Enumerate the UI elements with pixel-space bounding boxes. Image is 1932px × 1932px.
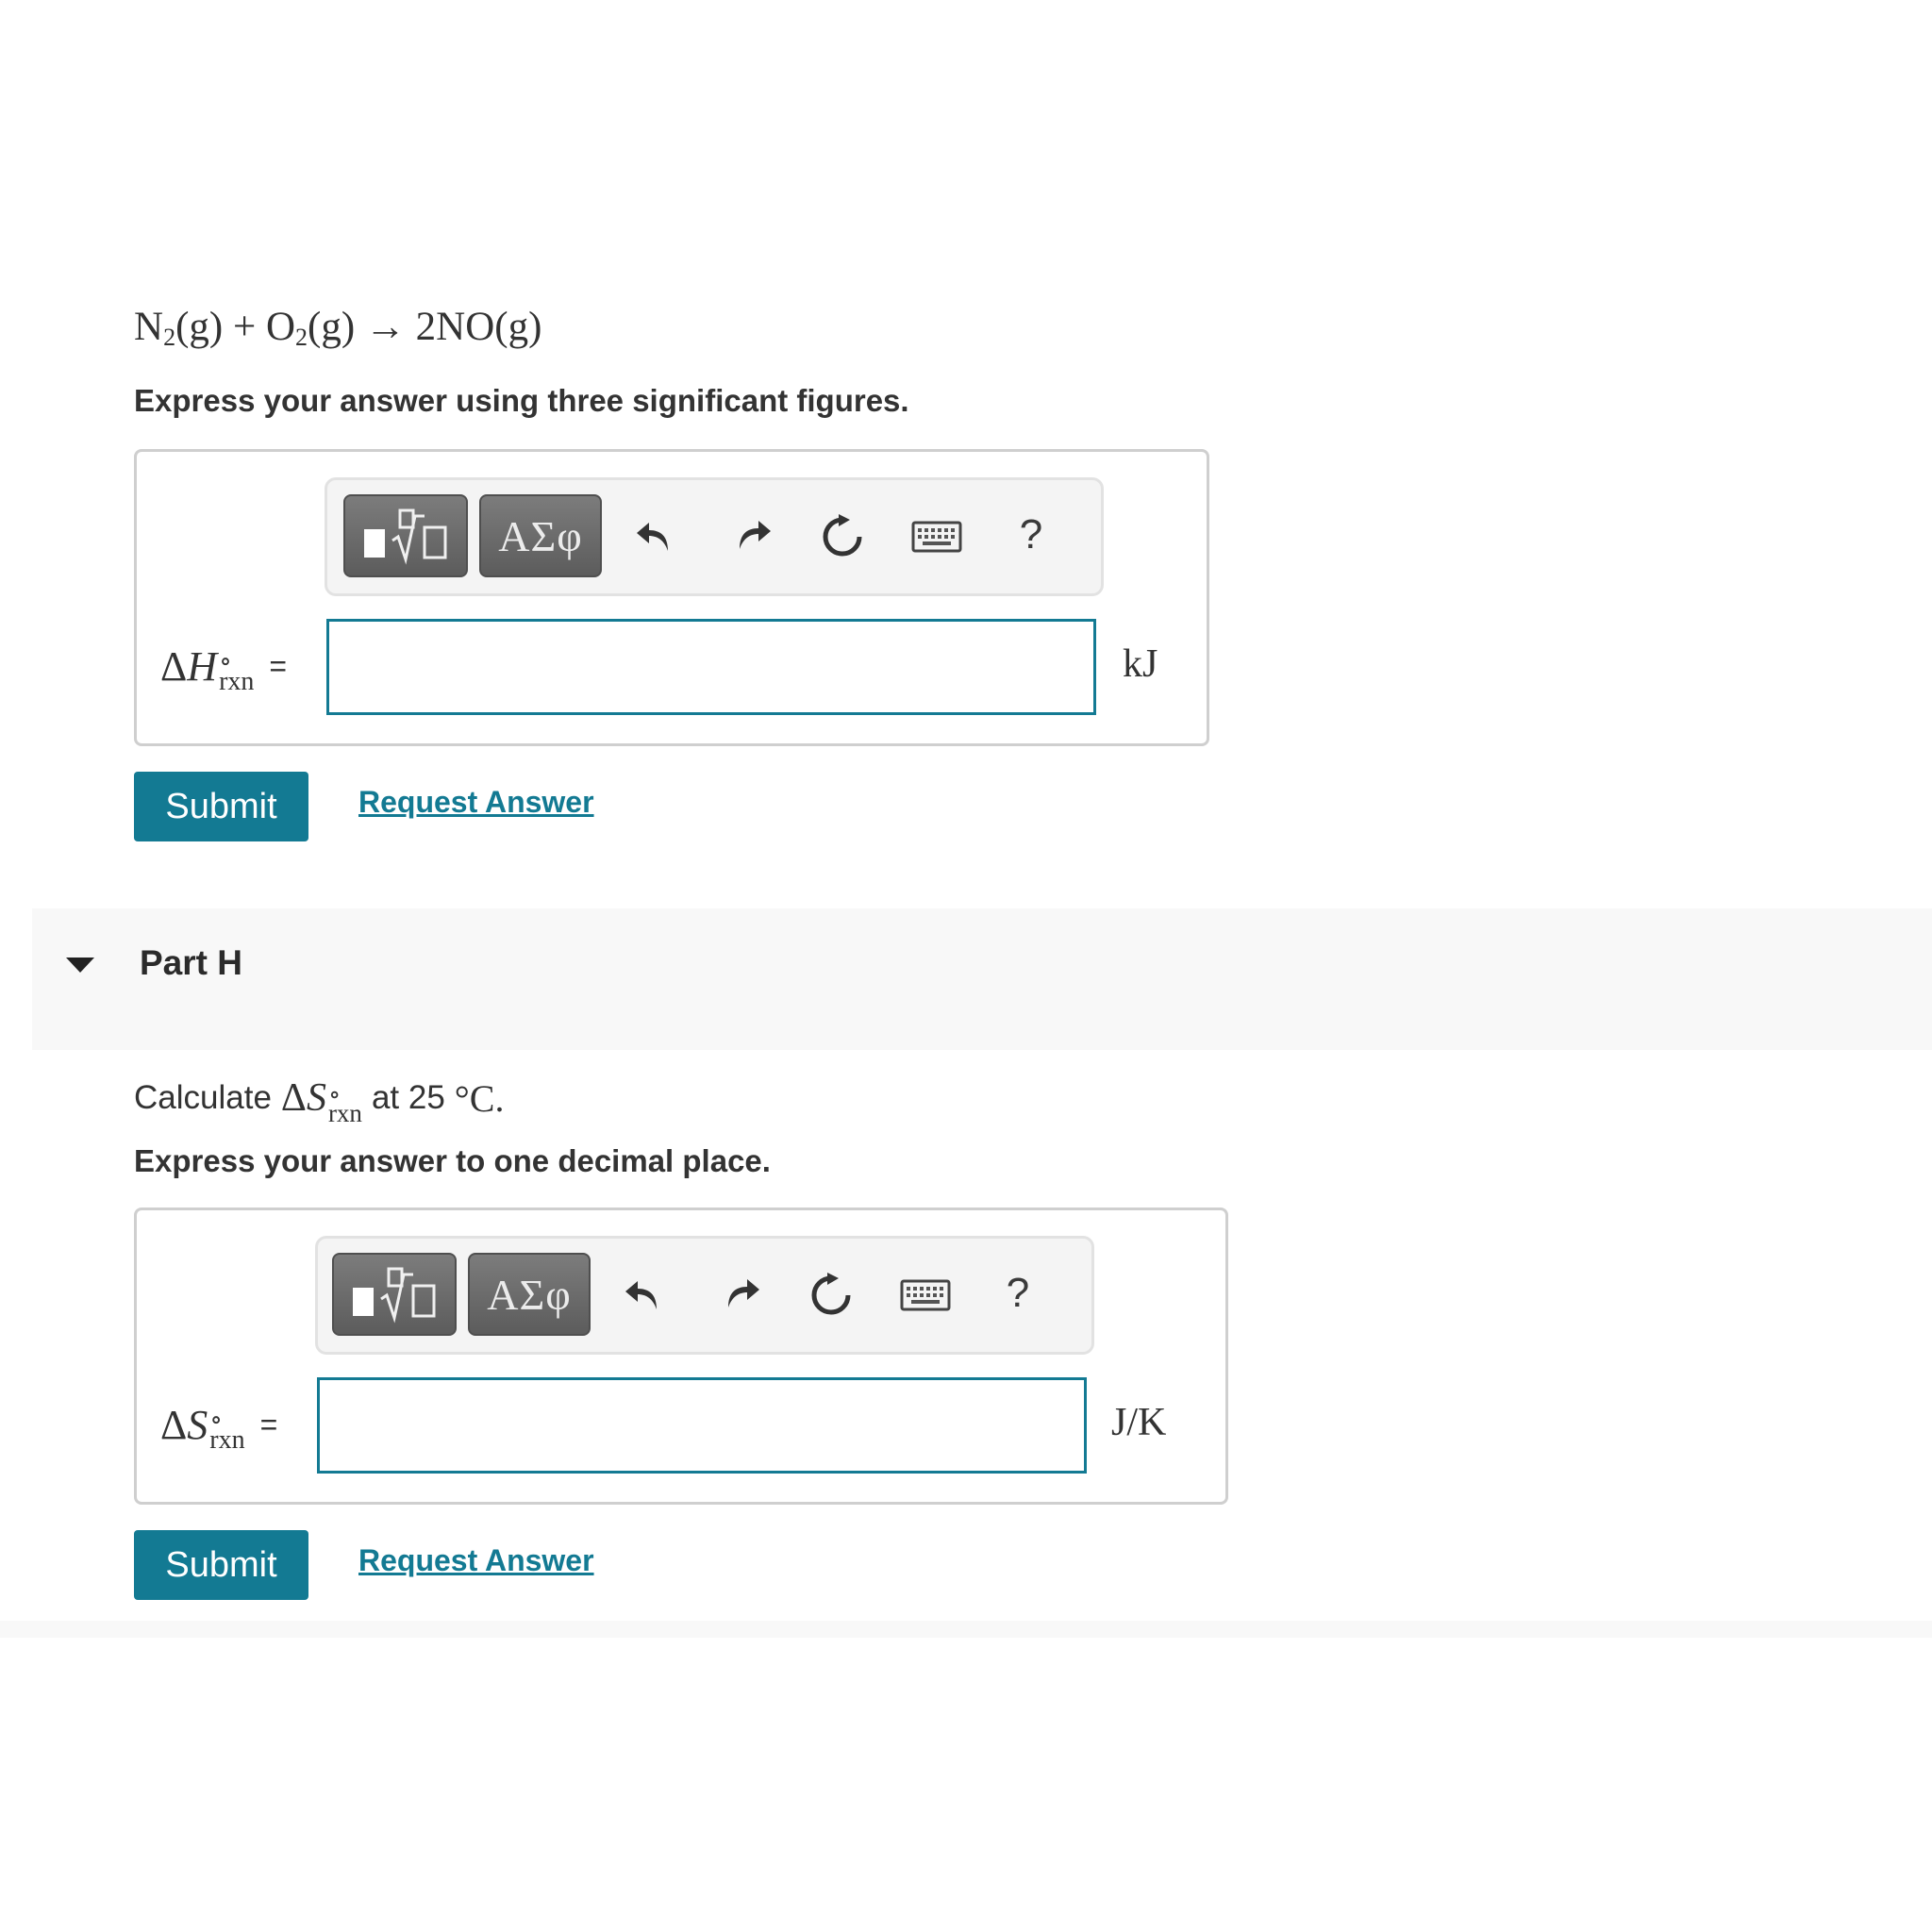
part-g-unit: kJ — [1123, 642, 1158, 686]
part-h-submit-button[interactable]: Submit — [134, 1530, 308, 1600]
part-h-variable-label: ΔS ∘ rxn = — [160, 1396, 278, 1455]
variable-subscript: rxn — [209, 1425, 245, 1455]
reaction-equation: N2(g) + O2(g) → 2NO(g) — [134, 304, 541, 352]
part-g-instruction: Express your answer using three signific… — [134, 383, 909, 418]
reactant2-subscript: 2 — [295, 324, 308, 351]
templates-button[interactable] — [332, 1253, 457, 1336]
variable-subsup: ∘ rxn — [219, 649, 255, 696]
reactant2: O — [265, 305, 296, 349]
delta-symbol: Δ — [160, 1401, 188, 1448]
calc-subscript: rxn — [327, 1099, 362, 1127]
bottom-divider — [0, 1621, 1932, 1638]
undo-button[interactable] — [625, 506, 687, 568]
equals-sign: = — [269, 648, 288, 683]
part-g-answer-input[interactable] — [326, 619, 1096, 715]
collapse-caret-icon[interactable] — [66, 958, 94, 973]
reactant1-subscript: 2 — [163, 324, 176, 351]
calc-subsup: ∘ rxn — [327, 1081, 362, 1127]
part-h-question: Calculate ΔS ∘ rxn at 25 °C. — [134, 1070, 504, 1126]
greek-symbols-button[interactable]: ΑΣφ — [468, 1253, 591, 1336]
equals-sign: = — [259, 1407, 278, 1441]
keyboard-icon — [900, 1279, 951, 1311]
undo-icon — [625, 1281, 657, 1309]
reactant1: N — [134, 305, 164, 349]
calc-mid: at 25 — [371, 1079, 445, 1116]
redo-icon — [728, 1279, 759, 1307]
help-icon: ? — [1006, 1270, 1030, 1316]
part-g-submit-button[interactable]: Submit — [134, 772, 308, 841]
templates-button[interactable] — [343, 494, 468, 577]
templates-icon — [353, 1267, 436, 1324]
variable-subscript: rxn — [219, 667, 255, 696]
reaction-arrow: → — [364, 305, 406, 349]
help-button[interactable]: ? — [1000, 504, 1062, 566]
part-h-title: Part H — [140, 943, 242, 982]
reset-icon — [811, 1273, 851, 1315]
redo-button[interactable] — [709, 1262, 772, 1324]
undo-button[interactable] — [613, 1264, 675, 1326]
keyboard-button[interactable] — [894, 1264, 957, 1326]
variable-symbol: H — [187, 642, 218, 690]
keyboard-icon — [911, 521, 962, 553]
part-h-request-answer-link[interactable]: Request Answer — [358, 1543, 594, 1578]
plus-sign: + — [232, 305, 257, 349]
variable-subsup: ∘ rxn — [209, 1407, 245, 1455]
part-h-header[interactable] — [32, 908, 1932, 1050]
templates-icon — [364, 508, 447, 565]
calc-suffix: . — [494, 1076, 505, 1120]
variable-symbol: S — [187, 1401, 208, 1448]
help-button[interactable]: ? — [987, 1262, 1049, 1324]
calc-temperature-unit: °C — [454, 1076, 495, 1120]
product: 2NO(g) — [415, 305, 542, 349]
part-h-instruction: Express your answer to one decimal place… — [134, 1143, 771, 1178]
calc-prefix: Calculate — [134, 1079, 272, 1116]
redo-icon — [740, 521, 771, 549]
part-g-variable-label: ΔH ∘ rxn = — [160, 638, 288, 696]
calc-symbol: S — [306, 1076, 326, 1120]
reset-button[interactable] — [800, 1264, 862, 1326]
help-icon: ? — [1019, 511, 1043, 558]
reset-button[interactable] — [811, 506, 874, 568]
undo-icon — [637, 523, 668, 551]
delta-symbol: Δ — [160, 642, 188, 690]
greek-symbols-button[interactable]: ΑΣφ — [479, 494, 602, 577]
redo-button[interactable] — [721, 504, 783, 566]
keyboard-button[interactable] — [906, 506, 968, 568]
reset-icon — [823, 514, 862, 557]
part-g-request-answer-link[interactable]: Request Answer — [358, 785, 594, 820]
calc-delta: Δ — [280, 1076, 307, 1120]
calc-math: ΔS ∘ rxn — [280, 1075, 362, 1127]
reactant2-state: (g) — [308, 305, 356, 349]
reactant1-state: (g) — [175, 305, 224, 349]
part-h-unit: J/K — [1111, 1401, 1167, 1444]
part-h-answer-input[interactable] — [317, 1377, 1087, 1474]
